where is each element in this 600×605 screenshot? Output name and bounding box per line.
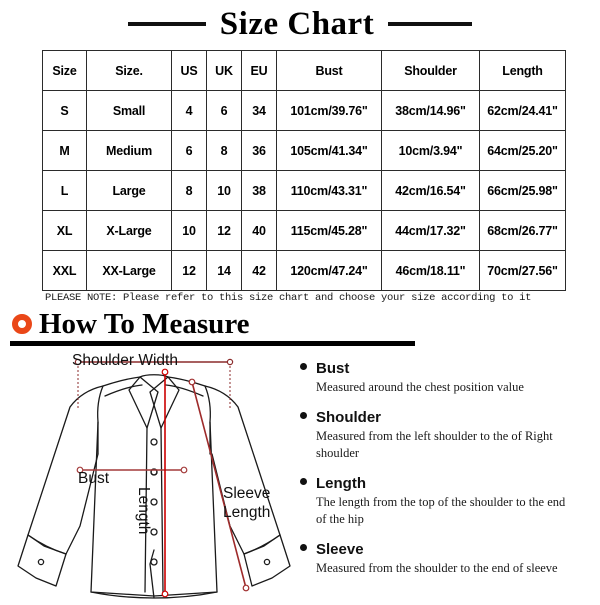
garment-diagram	[6, 350, 302, 600]
cell-uk: 12	[206, 210, 242, 251]
cell-length: 66cm/25.98"	[479, 170, 566, 211]
cell-size: M	[42, 130, 87, 171]
table-header-row: Size Size. US UK EU Bust Shoulder Length	[42, 50, 566, 91]
length-label: Length	[135, 487, 152, 535]
title-rule-left	[127, 22, 206, 26]
measurement-bust-heading: Bust	[300, 360, 598, 377]
cell-size-name: Small	[86, 90, 172, 131]
cell-size-name: Large	[86, 170, 172, 211]
page-title: Size Chart	[219, 5, 375, 42]
cell-size: S	[42, 90, 87, 131]
cell-shoulder: 38cm/14.96"	[381, 90, 480, 131]
shoulder-width-label: Shoulder Width	[72, 352, 178, 369]
cell-length: 68cm/26.77"	[479, 210, 566, 251]
cell-size: L	[42, 170, 87, 211]
measurement-length-heading: Length	[300, 475, 598, 492]
cell-us: 4	[171, 90, 207, 131]
bullet-icon	[300, 544, 307, 551]
cell-eu: 38	[241, 170, 277, 211]
cell-bust: 105cm/41.34"	[276, 130, 382, 171]
bullet-icon	[300, 478, 307, 485]
how-to-measure-divider	[10, 341, 415, 346]
cell-shoulder: 42cm/16.54"	[381, 170, 480, 211]
bust-label: Bust	[78, 470, 110, 487]
measurement-name: Sleeve	[316, 541, 364, 558]
cell-length: 64cm/25.20"	[479, 130, 566, 171]
sleeve-label-line2: Length	[223, 504, 271, 521]
table-row: M Medium 6 8 36 105cm/41.34" 10cm/3.94" …	[42, 130, 566, 171]
measurement-description: Measured from the left shoulder to the o…	[316, 429, 553, 460]
table-row: S Small 4 6 34 101cm/39.76" 38cm/14.96" …	[42, 90, 566, 131]
cell-size: XXL	[42, 250, 87, 291]
column-header-length: Length	[479, 50, 566, 91]
page-title-bar: Size Chart	[0, 4, 600, 44]
measurement-name: Length	[316, 475, 366, 492]
ring-icon	[12, 314, 32, 334]
cell-eu: 42	[241, 250, 277, 291]
cell-size-name: XX-Large	[86, 250, 172, 291]
measurement-description: Measured from the shoulder to the end of…	[316, 561, 558, 575]
cell-shoulder: 46cm/18.11"	[381, 250, 480, 291]
measurement-sleeve-heading: Sleeve	[300, 541, 598, 558]
column-header-size-name: Size.	[86, 50, 172, 91]
measurement-name: Shoulder	[316, 409, 382, 426]
cell-bust: 120cm/47.24"	[276, 250, 382, 291]
bullet-icon	[300, 412, 307, 419]
column-header-size: Size	[42, 50, 87, 91]
title-rule-right	[388, 22, 473, 26]
cell-size-name: X-Large	[86, 210, 172, 251]
column-header-us: US	[171, 50, 207, 91]
table-row: XXL XX-Large 12 14 42 120cm/47.24" 46cm/…	[42, 250, 566, 291]
please-note-text: PLEASE NOTE: Please refer to this size c…	[45, 292, 532, 304]
table-row: L Large 8 10 38 110cm/43.31" 42cm/16.54"…	[42, 170, 566, 211]
list-item: Bust Measured around the chest position …	[300, 360, 598, 396]
cell-bust: 115cm/45.28"	[276, 210, 382, 251]
cell-bust: 101cm/39.76"	[276, 90, 382, 131]
cell-size-name: Medium	[86, 130, 172, 171]
measurement-shoulder-heading: Shoulder	[300, 409, 598, 426]
column-header-uk: UK	[206, 50, 242, 91]
sleeve-label-line1: Sleeve	[223, 485, 271, 502]
list-item: Length The length from the top of the sh…	[300, 475, 598, 528]
cell-eu: 36	[241, 130, 277, 171]
cell-uk: 10	[206, 170, 242, 211]
cell-us: 8	[171, 170, 207, 211]
sleeve-length-label: Sleeve Length	[223, 484, 270, 522]
cell-eu: 34	[241, 90, 277, 131]
cell-size: XL	[42, 210, 87, 251]
cell-us: 6	[171, 130, 207, 171]
bullet-icon	[300, 363, 307, 370]
cell-bust: 110cm/43.31"	[276, 170, 382, 211]
cell-uk: 6	[206, 90, 242, 131]
list-item: Sleeve Measured from the shoulder to the…	[300, 541, 598, 577]
measurement-description: Measured around the chest position value	[316, 380, 524, 394]
cell-length: 70cm/27.56"	[479, 250, 566, 291]
how-to-measure-title: How To Measure	[39, 307, 250, 340]
column-header-shoulder: Shoulder	[381, 50, 480, 91]
measurement-name: Bust	[316, 360, 350, 377]
cell-length: 62cm/24.41"	[479, 90, 566, 131]
measurement-description: The length from the top of the shoulder …	[316, 495, 566, 526]
cell-uk: 14	[206, 250, 242, 291]
cell-us: 10	[171, 210, 207, 251]
size-chart-table: Size Size. US UK EU Bust Shoulder Length…	[42, 50, 566, 291]
cell-shoulder: 10cm/3.94"	[381, 130, 480, 171]
cell-uk: 8	[206, 130, 242, 171]
measurement-definitions-list: Bust Measured around the chest position …	[300, 360, 598, 590]
size-chart-table-container: Size Size. US UK EU Bust Shoulder Length…	[42, 50, 566, 291]
how-to-measure-heading: How To Measure	[12, 308, 250, 340]
cell-shoulder: 44cm/17.32"	[381, 210, 480, 251]
column-header-bust: Bust	[276, 50, 382, 91]
list-item: Shoulder Measured from the left shoulder…	[300, 409, 598, 462]
table-row: XL X-Large 10 12 40 115cm/45.28" 44cm/17…	[42, 210, 566, 251]
shirt-illustration-svg	[17, 358, 291, 599]
cell-eu: 40	[241, 210, 277, 251]
column-header-eu: EU	[241, 50, 277, 91]
cell-us: 12	[171, 250, 207, 291]
